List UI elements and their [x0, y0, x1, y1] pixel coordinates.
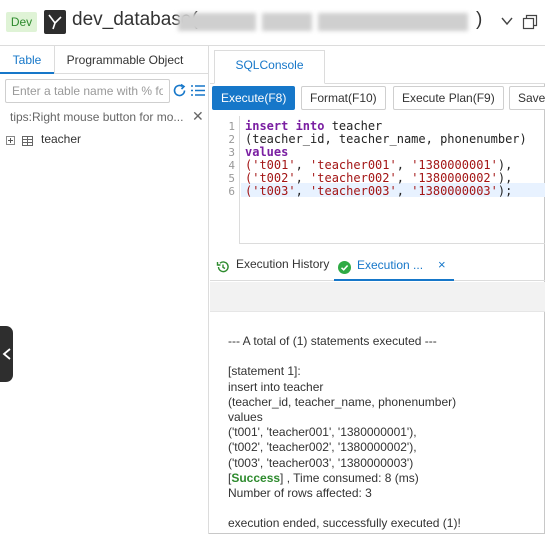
code-text: (teacher_id, teacher_name, phonenumber) — [245, 132, 527, 146]
table-icon — [22, 136, 33, 146]
code-text: , — [295, 171, 311, 185]
panel-collapse-handle[interactable] — [0, 326, 13, 382]
redacted-port — [262, 13, 312, 31]
code-string: ('t003' — [245, 184, 296, 198]
statement-line: (teacher_id, teacher_name, phonenumber) — [228, 394, 457, 409]
success-check-icon — [338, 261, 351, 274]
summary-line: --- A total of (1) statements executed -… — [228, 334, 437, 348]
code-string: 'teacher001' — [310, 158, 397, 172]
results-tab-bar: Execution History Execution ... × — [210, 251, 545, 281]
chevron-down-icon[interactable] — [500, 14, 514, 28]
code-string: '1380000002' — [411, 171, 498, 185]
code-text: , — [396, 158, 412, 172]
title-bar: Dev dev_database( ) — [0, 0, 545, 46]
console-toolbar: Execute(F8) Format(F10) Execute Plan(F9)… — [210, 86, 545, 112]
line-number: 5 — [228, 172, 235, 185]
console-tab-bar: SQLConsole — [210, 46, 545, 84]
object-browser-panel: Table Programmable Object tips:Right mou… — [0, 46, 209, 534]
status-line: [Success] , Time consumed: 8 (ms) — [228, 471, 543, 486]
tab-table[interactable]: Table — [0, 46, 54, 74]
code-text: , — [295, 158, 311, 172]
restore-window-icon[interactable] — [522, 14, 538, 30]
code-string: 'teacher003' — [310, 184, 397, 198]
statement-line: insert into teacher — [228, 379, 324, 394]
rows-affected: Number of rows affected: 3 — [228, 485, 372, 500]
expand-plus-icon[interactable] — [6, 136, 15, 145]
code-line: values — [245, 145, 288, 159]
line-number-gutter: 1 2 3 4 5 6 — [210, 116, 240, 244]
line-number: 6 — [228, 185, 235, 198]
tab-programmable-object[interactable]: Programmable Object — [55, 46, 195, 74]
history-icon — [216, 261, 229, 273]
code-string: '1380000003' — [411, 184, 498, 198]
code-string: 'teacher002' — [310, 171, 397, 185]
code-line: (teacher_id, teacher_name, phonenumber) — [245, 132, 527, 146]
statement-line: ('t003', 'teacher003', '1380000003') — [228, 455, 414, 470]
code-line: ('t002', 'teacher002', '1380000002'), — [245, 171, 512, 185]
code-line: insert into teacher — [245, 119, 382, 133]
code-text: , — [396, 184, 412, 198]
env-badge: Dev — [6, 12, 37, 32]
line-number: 1 — [228, 120, 235, 133]
tab-execution-history[interactable]: Execution History — [236, 257, 329, 271]
close-tab-icon[interactable]: × — [438, 257, 446, 272]
code-text: teacher — [324, 119, 383, 133]
statement-line: values — [228, 409, 263, 424]
save-button[interactable]: Save — [509, 86, 545, 110]
object-tabs: Table Programmable Object — [0, 46, 209, 74]
code-text: ), — [497, 158, 513, 172]
results-toolbar — [210, 282, 545, 312]
code-string: ('t002' — [245, 171, 296, 185]
code-line: ('t001', 'teacher001', '1380000001'), — [245, 158, 512, 172]
code-keyword: values — [245, 145, 289, 159]
execute-plan-button[interactable]: Execute Plan(F9) — [393, 86, 504, 110]
database-logo-icon — [44, 10, 66, 34]
database-name-close: ) — [476, 9, 483, 30]
redacted-host — [178, 13, 256, 31]
code-text: ); — [497, 184, 513, 198]
code-keyword: insert into — [245, 119, 325, 133]
statement-line: ('t001', 'teacher001', '1380000001'), — [228, 425, 417, 440]
success-label: Success — [231, 470, 281, 485]
code-string: ('t001' — [245, 158, 296, 172]
tab-sqlconsole[interactable]: SQLConsole — [214, 50, 325, 84]
tips-close-icon[interactable]: ✕ — [192, 109, 204, 123]
execution-log: --- A total of (1) statements executed -… — [228, 334, 543, 531]
refresh-icon[interactable] — [172, 83, 187, 98]
execution-ended: execution ended, successfully executed (… — [228, 516, 461, 531]
time-consumed: ] , Time consumed: 8 (ms) — [280, 470, 419, 485]
redacted-instance — [318, 13, 468, 31]
line-number: 3 — [228, 146, 235, 159]
code-line: ('t003', 'teacher003', '1380000003'); — [245, 184, 512, 198]
list-view-icon[interactable] — [191, 84, 205, 97]
tab-execution-label: Execution ... — [357, 258, 424, 272]
tips-text: tips:Right mouse button for mo... — [10, 110, 184, 124]
execute-button[interactable]: Execute(F8) — [212, 86, 296, 110]
tab-execution-result[interactable]: Execution ... × — [334, 251, 454, 281]
chevron-left-icon — [2, 348, 11, 360]
code-text: , — [396, 171, 412, 185]
tree-item-teacher[interactable]: teacher — [6, 132, 186, 150]
tree-item-label: teacher — [41, 132, 82, 146]
table-search-input[interactable] — [5, 79, 170, 103]
line-number: 4 — [228, 159, 235, 172]
line-number: 2 — [228, 133, 235, 146]
statement-label: [statement 1]: — [228, 364, 301, 379]
code-text: ), — [497, 171, 513, 185]
code-string: '1380000001' — [411, 158, 498, 172]
code-text: , — [295, 184, 311, 198]
format-button[interactable]: Format(F10) — [301, 86, 386, 110]
sql-editor[interactable]: 1 2 3 4 5 6 insert into teacher (teacher… — [210, 116, 545, 244]
statement-line: ('t002', 'teacher002', '1380000002'), — [228, 440, 417, 455]
sql-console-panel: SQLConsole Execute(F8) Format(F10) Execu… — [210, 46, 545, 534]
